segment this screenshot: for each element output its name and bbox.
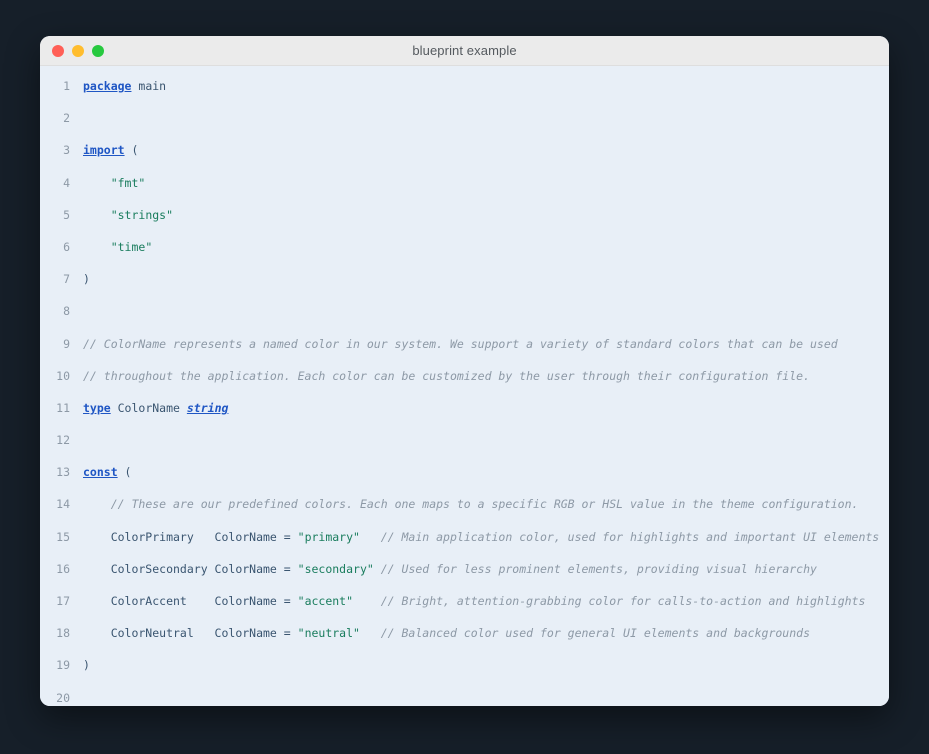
- code-window: blueprint example 1 package main 2 3 impor…: [40, 36, 889, 706]
- line-number: 12: [56, 433, 70, 448]
- code-token-pln: [353, 594, 381, 608]
- code-token-str: "fmt": [110, 175, 146, 190]
- code-token-cmt: // ColorName represents a named color in…: [83, 336, 838, 351]
- close-button[interactable]: [52, 44, 64, 57]
- code-line: 5 "strings": [40, 207, 879, 223]
- code-token-cmt: // Bright, attention-grabbing color for …: [380, 594, 866, 608]
- code-line: 3 import (: [40, 142, 879, 158]
- code-token-kw: const: [83, 465, 118, 480]
- line-number: 16: [56, 561, 70, 576]
- code-token-cmt: // throughout the application. Each colo…: [83, 368, 810, 383]
- code-line: 13 const (: [40, 464, 879, 480]
- line-number: 15: [56, 529, 70, 544]
- maximize-button[interactable]: [92, 44, 104, 57]
- code-line: 6 "time": [40, 239, 879, 255]
- code-token-pln: ColorPrimary ColorName =: [83, 529, 298, 544]
- code-token-pln: [374, 562, 381, 576]
- code-line: 12: [40, 432, 879, 448]
- line-number: 9: [63, 336, 70, 351]
- window-title: blueprint example: [412, 43, 517, 58]
- code-token-pln: (: [117, 465, 132, 480]
- line-number: 7: [63, 272, 70, 287]
- code-line: 8: [40, 303, 879, 319]
- code-token-cmt: // Balanced color used for general UI el…: [380, 626, 810, 641]
- code-line: 2: [40, 110, 879, 126]
- code-token-kw: import: [83, 143, 125, 158]
- code-line: 17 ColorAccent ColorName = "accent" // B…: [40, 593, 879, 609]
- code-token-pln: [83, 240, 111, 254]
- line-number: 18: [56, 626, 70, 641]
- line-number: 4: [63, 175, 70, 190]
- window-titlebar[interactable]: blueprint example: [40, 36, 889, 66]
- code-token-str: "time": [110, 239, 153, 254]
- code-token-pln: [83, 208, 111, 222]
- code-token-pln: [83, 497, 111, 511]
- code-token-pln: ColorNeutral ColorName =: [83, 626, 298, 641]
- code-line: 7): [40, 271, 879, 287]
- code-token-pln: [83, 176, 111, 190]
- code-token-pln: [360, 530, 381, 544]
- code-token-pln: ColorSecondary ColorName =: [83, 561, 298, 576]
- line-number: 5: [63, 207, 70, 222]
- code-token-pln: ): [83, 658, 90, 673]
- code-line: 9 // ColorName represents a named color i…: [40, 336, 879, 352]
- line-number: 2: [63, 111, 70, 126]
- code-token-str: "secondary": [297, 561, 374, 576]
- code-token-str: "accent": [297, 594, 354, 608]
- code-token-pln: [360, 626, 381, 640]
- code-line: 15 ColorPrimary ColorName = "primary" //…: [40, 529, 879, 545]
- line-number: 20: [56, 690, 70, 705]
- line-number: 11: [56, 400, 70, 415]
- code-line: 11 type ColorName string: [40, 400, 879, 416]
- code-token-kw: type: [83, 400, 111, 415]
- code-token-str: "neutral": [297, 626, 360, 641]
- code-token-str: "primary": [297, 529, 360, 544]
- screenshot-root: blueprint example 1 package main 2 3 impor…: [0, 0, 929, 754]
- line-number: 3: [63, 143, 70, 158]
- code-line: 16 ColorSecondary ColorName = "secondary…: [40, 561, 879, 577]
- line-number: 17: [56, 594, 70, 608]
- line-number: 6: [63, 239, 70, 254]
- code-line: 10 // throughout the application. Each co…: [40, 368, 879, 384]
- line-number: 13: [56, 465, 70, 480]
- code-token-pln: ColorName: [110, 400, 187, 415]
- code-token-pln: ): [83, 272, 90, 287]
- line-number: 14: [56, 497, 70, 512]
- window-controls: [52, 36, 104, 65]
- line-number: 8: [63, 304, 70, 319]
- code-token-str: "strings": [110, 207, 174, 222]
- code-surface[interactable]: 1 package main 2 3 import ( 4 "fmt" 5 "str…: [40, 66, 889, 706]
- code-token-cmt: // These are our predefined colors. Each…: [110, 497, 859, 512]
- line-number: 10: [56, 368, 70, 383]
- line-number: 1: [63, 79, 70, 93]
- code-token-typ: string: [186, 400, 229, 415]
- code-token-pln: (: [124, 143, 139, 158]
- code-token-cmt: // Main application color, used for high…: [380, 529, 880, 544]
- code-token-pln: main: [131, 79, 167, 93]
- code-editor[interactable]: 1 package main 2 3 import ( 4 "fmt" 5 "str…: [40, 78, 879, 706]
- code-line: 4 "fmt": [40, 175, 879, 191]
- code-token-pln: ColorAccent ColorName =: [83, 594, 298, 608]
- code-line: 20: [40, 690, 879, 706]
- code-line: 1 package main: [40, 78, 879, 94]
- code-line: 14 // These are our predefined colors. E…: [40, 496, 879, 512]
- code-line: 18 ColorNeutral ColorName = "neutral" //…: [40, 625, 879, 641]
- minimize-button[interactable]: [72, 44, 84, 57]
- code-line: 19): [40, 657, 879, 673]
- code-token-cmt: // Used for less prominent elements, pro…: [380, 561, 817, 576]
- line-number: 19: [56, 658, 70, 673]
- code-token-kw: package: [83, 79, 132, 93]
